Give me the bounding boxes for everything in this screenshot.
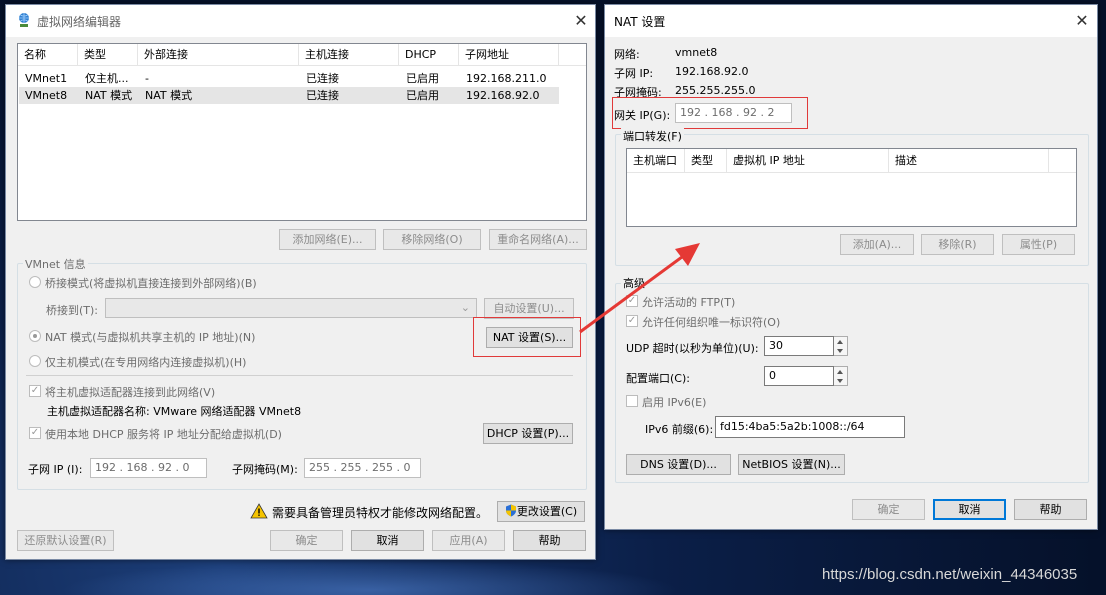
annotation-arrow [579, 243, 700, 334]
watermark: https://blog.csdn.net/weixin_44346035 [822, 566, 1078, 583]
